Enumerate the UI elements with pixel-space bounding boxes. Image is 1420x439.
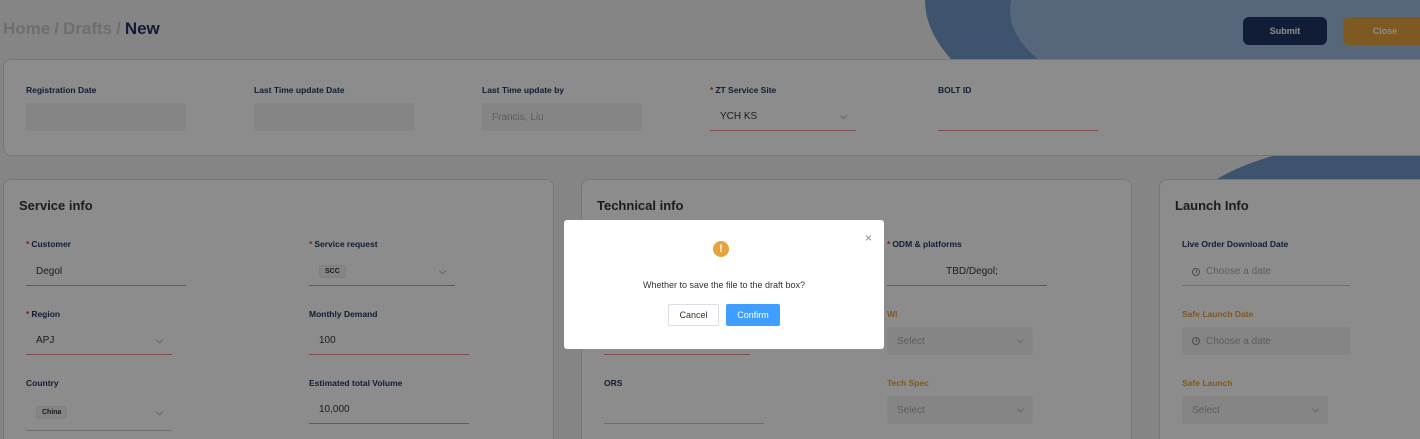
dialog-message: Whether to save the file to the draft bo… bbox=[642, 280, 806, 290]
confirm-button[interactable]: Confirm bbox=[726, 304, 780, 326]
close-icon[interactable]: × bbox=[865, 231, 872, 245]
cancel-button[interactable]: Cancel bbox=[668, 304, 719, 326]
confirm-dialog: × ! Whether to save the file to the draf… bbox=[564, 220, 884, 349]
warning-icon: ! bbox=[713, 241, 729, 257]
